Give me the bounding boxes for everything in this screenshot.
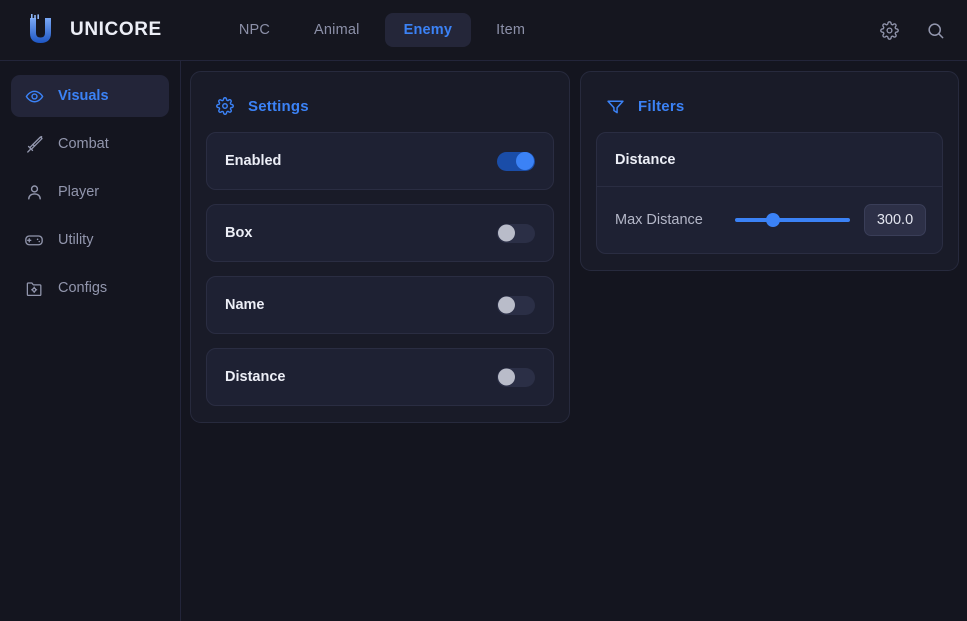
settings-panel-title: Settings [248,98,309,115]
filters-panel-title: Filters [638,98,684,115]
gamepad-icon [24,230,44,250]
filter-group-header: Distance [597,133,942,187]
max-distance-slider[interactable] [735,211,850,229]
tab-animal[interactable]: Animal [295,13,379,47]
sidebar-item-utility[interactable]: Utility [11,219,169,261]
settings-panel: Settings Enabled Box Name [190,71,570,423]
slider-thumb[interactable] [766,213,780,227]
max-distance-label: Max Distance [615,212,703,228]
sidebar-item-configs[interactable]: Configs [11,267,169,309]
setting-label: Enabled [225,153,281,169]
sidebar-item-label: Utility [58,232,93,248]
brand-name: UNICORE [70,19,162,41]
folder-gear-icon [24,278,44,298]
setting-row-enabled: Enabled [206,132,554,190]
sword-icon [24,134,44,154]
toggle-knob [498,297,515,314]
sidebar-item-label: Combat [58,136,109,152]
tab-item[interactable]: Item [477,13,544,47]
filter-group-title: Distance [615,152,675,168]
sidebar-item-label: Configs [58,280,107,296]
setting-label: Distance [225,369,285,385]
toggle-knob [498,225,515,242]
body: Visuals Combat [0,61,967,621]
brand: UNICORE [26,14,162,46]
filters-panel: Filters Distance Max Distance 300.0 [580,71,959,271]
sidebar-item-player[interactable]: Player [11,171,169,213]
filter-card-distance: Distance Max Distance 300.0 [596,132,943,254]
tab-enemy[interactable]: Enemy [385,13,472,47]
sidebar-item-label: Visuals [58,88,109,104]
setting-row-distance: Distance [206,348,554,406]
unicore-u-logo-icon [26,14,56,46]
toggle-knob [516,152,534,170]
gear-icon [215,96,235,116]
setting-row-box: Box [206,204,554,262]
setting-label: Name [225,297,265,313]
gear-icon[interactable] [877,18,901,42]
sidebar-item-combat[interactable]: Combat [11,123,169,165]
filters-panel-header: Filters [596,86,943,132]
sidebar: Visuals Combat [0,61,181,621]
app-window: UNICORE NPC Animal Enemy Item [0,0,967,621]
setting-label: Box [225,225,252,241]
app-header: UNICORE NPC Animal Enemy Item [0,0,967,61]
main-content: Settings Enabled Box Name [181,61,967,621]
settings-panel-header: Settings [206,86,554,132]
search-icon[interactable] [923,18,947,42]
tab-bar: NPC Animal Enemy Item [220,13,544,47]
max-distance-value[interactable]: 300.0 [864,204,926,236]
sidebar-item-label: Player [58,184,99,200]
filter-row-max-distance: Max Distance 300.0 [597,187,942,253]
toggle-distance[interactable] [497,368,535,387]
toggle-box[interactable] [497,224,535,243]
person-icon [24,182,44,202]
header-actions [877,18,947,42]
toggle-knob [498,369,515,386]
sidebar-item-visuals[interactable]: Visuals [11,75,169,117]
eye-icon [24,86,44,106]
toggle-name[interactable] [497,296,535,315]
setting-row-name: Name [206,276,554,334]
tab-npc[interactable]: NPC [220,13,289,47]
toggle-enabled[interactable] [497,152,535,171]
slider-track [735,218,850,222]
funnel-icon [605,96,625,116]
